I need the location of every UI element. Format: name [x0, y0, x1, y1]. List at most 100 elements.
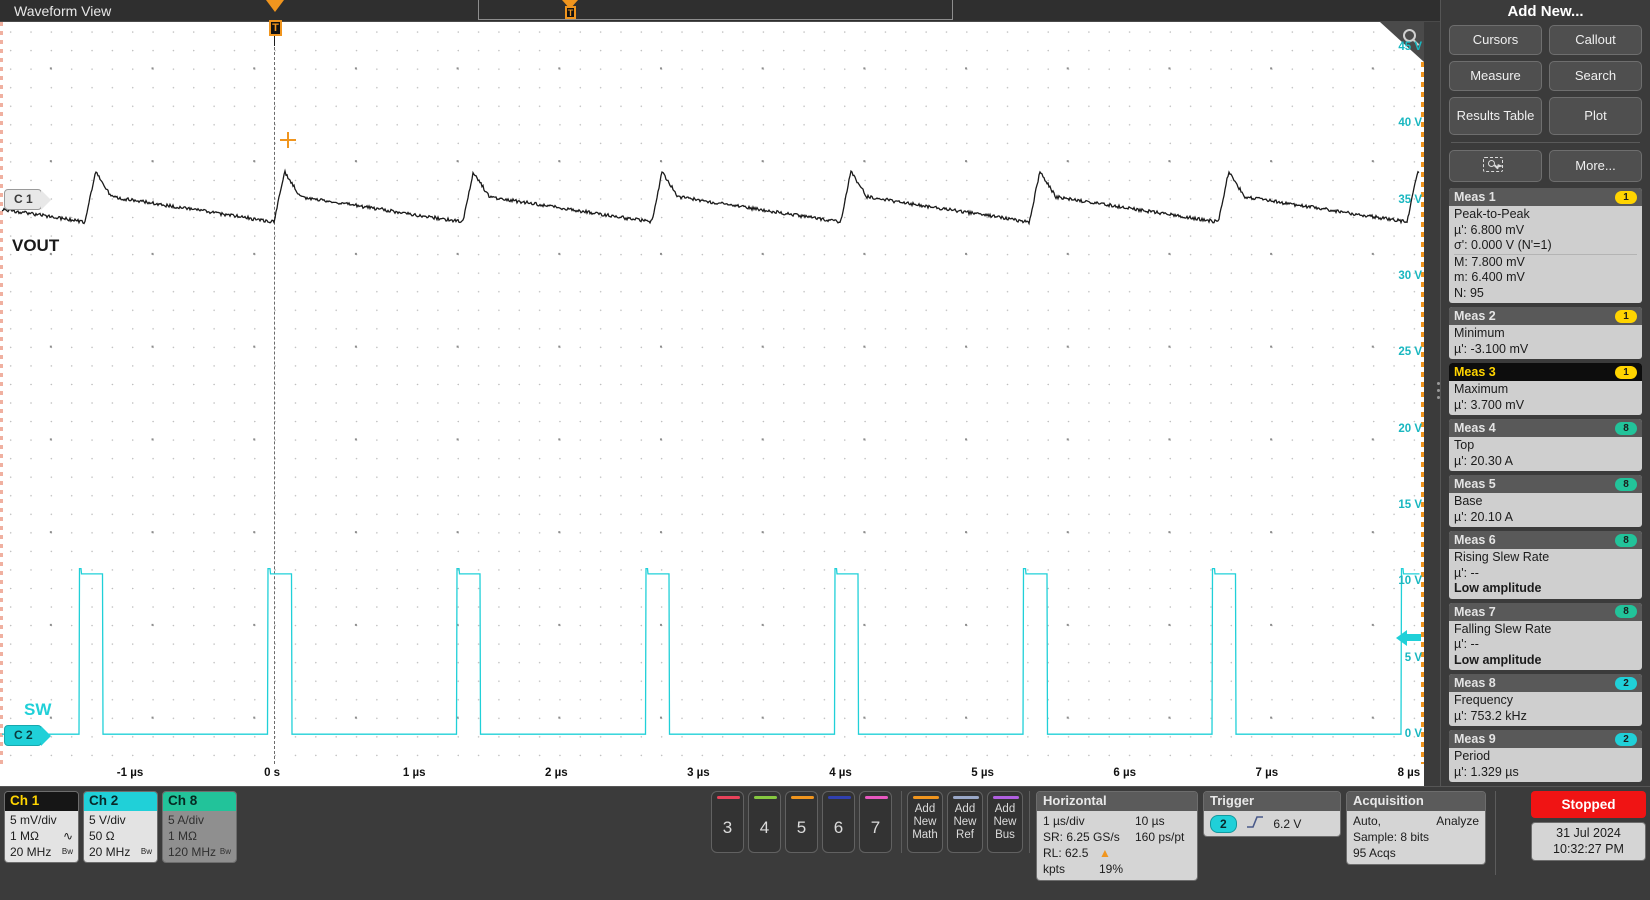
measurement-type: Minimum [1454, 326, 1637, 342]
trigger-source-pill[interactable]: 2 [1210, 815, 1237, 833]
inactive-channel-buttons: 3 4567 Add New MathAdd New RefAdd New Bus [711, 791, 1027, 853]
add-measure-button[interactable]: Measure [1449, 61, 1542, 91]
date-text: 31 Jul 2024 [1532, 825, 1645, 841]
measurement-badge[interactable]: Meas 58Baseµ': 20.10 A [1449, 475, 1642, 527]
measurement-source-pill: 8 [1615, 605, 1637, 618]
channel-button-6[interactable]: 6 [822, 791, 855, 853]
channel-button-5[interactable]: 5 [785, 791, 818, 853]
measurement-warning: Low amplitude [1454, 581, 1637, 597]
sidebar-button-row-1: Cursors Callout [1449, 25, 1642, 55]
measurement-badge-header: Meas 48 [1449, 419, 1642, 437]
trigger-marker-stem [274, 36, 275, 46]
ac-coupling-icon: ∿ [63, 828, 73, 844]
time-text: 10:32:27 PM [1532, 841, 1645, 857]
time-axis-label: -1 µs [117, 767, 143, 779]
oscilloscope-screen: Waveform View T T [0, 0, 1650, 900]
trigger-position-icon: ▲ [1099, 845, 1191, 861]
datetime-display: 31 Jul 2024 10:32:27 PM [1531, 822, 1646, 861]
add-plot-button[interactable]: Plot [1549, 97, 1642, 135]
channel-button-label: 3 [723, 818, 732, 837]
add-new-button[interactable]: Add New Bus [987, 791, 1023, 853]
channel-badge-ch1[interactable]: Ch 1 5 mV/div 1 MΩ ∿ 20 MHz Bw [4, 791, 79, 863]
channel-button-4[interactable]: 4 [748, 791, 781, 853]
waveform-plot[interactable]: T C 1 C 2 VOUT SW 45 V40 V35 V30 V25 V20… [0, 22, 1424, 764]
add-button-color-bar [953, 796, 979, 799]
ch1-badge-pointer [41, 190, 51, 210]
waveform-traces [0, 22, 1424, 764]
measurement-value: µ': -- [1454, 637, 1637, 653]
trigger-level-crosshair-icon[interactable] [280, 132, 296, 148]
ch2-signal-label: SW [24, 700, 51, 720]
horizontal-span: 10 µs [1135, 813, 1165, 829]
channel-button-label: 6 [834, 818, 843, 837]
horizontal-position: 19% [1099, 862, 1123, 876]
add-search-button[interactable]: Search [1549, 61, 1642, 91]
add-new-button[interactable]: Add New Ref [947, 791, 983, 853]
channel-button-7[interactable]: 7 [859, 791, 892, 853]
ch2-impedance: 50 Ω [89, 828, 115, 844]
time-axis-label: 5 µs [971, 767, 994, 779]
add-results-table-button[interactable]: Results Table [1449, 97, 1542, 135]
add-callout-button[interactable]: Callout [1549, 25, 1642, 55]
acquisition-values: Auto,Analyze Sample: 8 bits 95 Acqs [1347, 811, 1485, 864]
ch8-settings: 5 A/div 1 MΩ 120 MHz Bw [163, 811, 236, 862]
measurement-badge[interactable]: Meas 82Frequencyµ': 753.2 kHz [1449, 674, 1642, 726]
horizontal-settings-box[interactable]: Horizontal 1 µs/div10 µs SR: 6.25 GS/s16… [1036, 791, 1198, 881]
channel-button-label: 4 [760, 818, 769, 837]
vertical-scale-label: 45 V [1398, 41, 1422, 53]
acquisition-title: Acquisition [1347, 792, 1485, 811]
vertical-scale-label: 25 V [1398, 346, 1422, 358]
trigger-settings-box[interactable]: Trigger 2 6.2 V [1203, 791, 1341, 837]
measurement-value: µ': 3.700 mV [1454, 398, 1637, 414]
ch2-trace-sw [2, 569, 1420, 735]
measurement-badge-header: Meas 68 [1449, 531, 1642, 549]
measurement-source-pill: 2 [1615, 733, 1637, 746]
ch2-reference-badge[interactable]: C 2 [4, 725, 42, 746]
measurement-badge[interactable]: Meas 68Rising Slew Rateµ': --Low amplitu… [1449, 531, 1642, 599]
measurement-badge[interactable]: Meas 78Falling Slew Rateµ': --Low amplit… [1449, 603, 1642, 671]
measurement-badge[interactable]: Meas 21Minimumµ': -3.100 mV [1449, 307, 1642, 359]
measurement-badge[interactable]: Meas 48Topµ': 20.30 A [1449, 419, 1642, 471]
rising-edge-icon [1246, 815, 1264, 832]
measurement-type: Rising Slew Rate [1454, 550, 1637, 566]
acquisition-settings-box[interactable]: Acquisition Auto,Analyze Sample: 8 bits … [1346, 791, 1486, 865]
time-axis-label: 4 µs [829, 767, 852, 779]
zoom-select-button[interactable] [1449, 150, 1542, 182]
measurement-id: Meas 8 [1454, 676, 1496, 690]
measurement-source-pill: 1 [1615, 310, 1637, 323]
add-cursors-button[interactable]: Cursors [1449, 25, 1542, 55]
add-new-button[interactable]: Add New Math [907, 791, 943, 853]
acquisition-analyze: Analyze [1436, 813, 1479, 829]
horizontal-title: Horizontal [1037, 792, 1197, 811]
channel-color-bar [828, 796, 851, 799]
vertical-scale-label: 0 V [1405, 728, 1422, 740]
measurement-badge[interactable]: Meas 31Maximumµ': 3.700 mV [1449, 363, 1642, 415]
record-overview-bar[interactable] [478, 3, 953, 20]
sidebar-drag-handle[interactable] [1436, 378, 1441, 406]
run-stop-status-button[interactable]: Stopped [1531, 791, 1646, 818]
channel-badge-ch8[interactable]: Ch 8 5 A/div 1 MΩ 120 MHz Bw [162, 791, 237, 863]
measurement-id: Meas 9 [1454, 732, 1496, 746]
channel-button-3[interactable]: 3 [711, 791, 744, 853]
ch1-bandwidth: 20 MHz [10, 844, 51, 860]
measurement-id: Meas 6 [1454, 533, 1496, 547]
ch2-offset-marker[interactable] [1396, 626, 1422, 650]
ch1-settings: 5 mV/div 1 MΩ ∿ 20 MHz Bw [5, 811, 78, 862]
measurement-badge-body: Topµ': 20.30 A [1449, 437, 1642, 471]
measurement-badge-body: Periodµ': 1.329 µs [1449, 748, 1642, 782]
overview-trigger-marker[interactable]: T [562, 0, 578, 22]
ch1-reference-badge[interactable]: C 1 [4, 189, 42, 210]
more-button[interactable]: More... [1549, 150, 1642, 182]
ch1-trace-vout [2, 171, 1419, 224]
trigger-position-marker[interactable]: T [266, 0, 284, 46]
measurement-id: Meas 3 [1454, 365, 1496, 379]
time-axis-label: 3 µs [687, 767, 710, 779]
measurement-badge-header: Meas 21 [1449, 307, 1642, 325]
channel-badge-ch2[interactable]: Ch 2 5 V/div 50 Ω 20 MHz Bw [83, 791, 158, 863]
measurement-id: Meas 1 [1454, 190, 1496, 204]
measurement-type: Frequency [1454, 693, 1637, 709]
measurement-badge[interactable]: Meas 11Peak-to-Peakµ': 6.800 mVσ': 0.000… [1449, 188, 1642, 303]
trigger-marker-label: T [269, 20, 282, 36]
measurement-badge[interactable]: Meas 9 2 Periodµ': 1.329 µs [1449, 730, 1642, 782]
vertical-scale-label: 20 V [1398, 423, 1422, 435]
